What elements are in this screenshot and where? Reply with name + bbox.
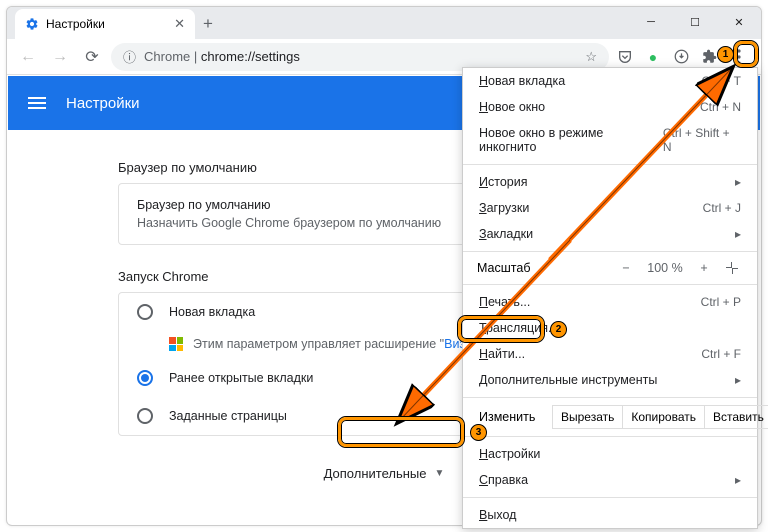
radio-icon bbox=[137, 408, 153, 424]
zoom-in-button[interactable]: + bbox=[693, 261, 715, 275]
star-icon[interactable]: ☆ bbox=[585, 49, 597, 65]
menu-cast[interactable]: Трансляция... bbox=[463, 315, 757, 341]
tab-title: Настройки bbox=[46, 17, 105, 31]
settings-title: Настройки bbox=[66, 95, 140, 112]
annotation-badge: 3 bbox=[470, 424, 487, 441]
gear-icon bbox=[25, 17, 39, 31]
annotation-badge: 2 bbox=[550, 321, 567, 338]
menu-downloads[interactable]: ЗагрузкиCtrl + J bbox=[463, 195, 757, 221]
menu-more-tools[interactable]: Дополнительные инструменты▸ bbox=[463, 367, 757, 393]
zoom-out-button[interactable]: − bbox=[615, 261, 637, 275]
menu-exit[interactable]: Выход bbox=[463, 502, 757, 528]
chrome-menu: Новая вкладкаCtrl + T Новое окноCtrl + N… bbox=[462, 67, 758, 529]
minimize-button[interactable]: ─ bbox=[629, 7, 673, 37]
browser-tab[interactable]: Настройки ✕ bbox=[15, 9, 195, 39]
radio-icon bbox=[137, 304, 153, 320]
chevron-down-icon: ▼ bbox=[435, 468, 445, 479]
menu-print[interactable]: Печать...Ctrl + P bbox=[463, 289, 757, 315]
zoom-value: 100 % bbox=[643, 261, 687, 275]
forward-button[interactable]: → bbox=[47, 44, 73, 70]
menu-copy[interactable]: Копировать bbox=[622, 405, 705, 429]
menu-incognito[interactable]: Новое окно в режиме инкогнитоCtrl + Shif… bbox=[463, 120, 757, 160]
extensions-icon[interactable] bbox=[699, 47, 719, 67]
maximize-button[interactable]: ☐ bbox=[673, 7, 717, 37]
close-icon[interactable]: ✕ bbox=[174, 16, 185, 32]
close-window-button[interactable]: ✕ bbox=[717, 7, 761, 37]
menu-cut[interactable]: Вырезать bbox=[552, 405, 623, 429]
menu-zoom: Масштаб − 100 % + bbox=[463, 256, 757, 280]
menu-edit-row: Изменить Вырезать Копировать Вставить bbox=[463, 402, 757, 432]
hamburger-icon[interactable] bbox=[28, 94, 46, 112]
advanced-button[interactable]: Дополнительные ▼ bbox=[310, 458, 459, 489]
menu-new-window[interactable]: Новое окноCtrl + N bbox=[463, 94, 757, 120]
back-button[interactable]: ← bbox=[15, 44, 41, 70]
menu-settings[interactable]: Настройки bbox=[463, 441, 757, 467]
radio-icon bbox=[137, 370, 153, 386]
download-icon[interactable] bbox=[671, 47, 691, 67]
titlebar: Настройки ✕ + ─ ☐ ✕ bbox=[7, 7, 761, 39]
pocket-icon[interactable] bbox=[615, 47, 635, 67]
menu-bookmarks[interactable]: Закладки▸ bbox=[463, 221, 757, 247]
windows-logo-icon bbox=[169, 337, 183, 351]
menu-new-tab[interactable]: Новая вкладкаCtrl + T bbox=[463, 68, 757, 94]
menu-history[interactable]: История▸ bbox=[463, 169, 757, 195]
annotation-badge: 1 bbox=[717, 46, 734, 63]
evernote-icon[interactable]: ● bbox=[643, 47, 663, 67]
reload-button[interactable]: ⟳ bbox=[79, 44, 105, 70]
new-tab-button[interactable]: + bbox=[195, 11, 221, 37]
menu-find[interactable]: Найти...Ctrl + F bbox=[463, 341, 757, 367]
site-info-icon[interactable]: ⓘ bbox=[123, 47, 136, 66]
menu-help[interactable]: Справка▸ bbox=[463, 467, 757, 493]
menu-paste[interactable]: Вставить bbox=[704, 405, 768, 429]
